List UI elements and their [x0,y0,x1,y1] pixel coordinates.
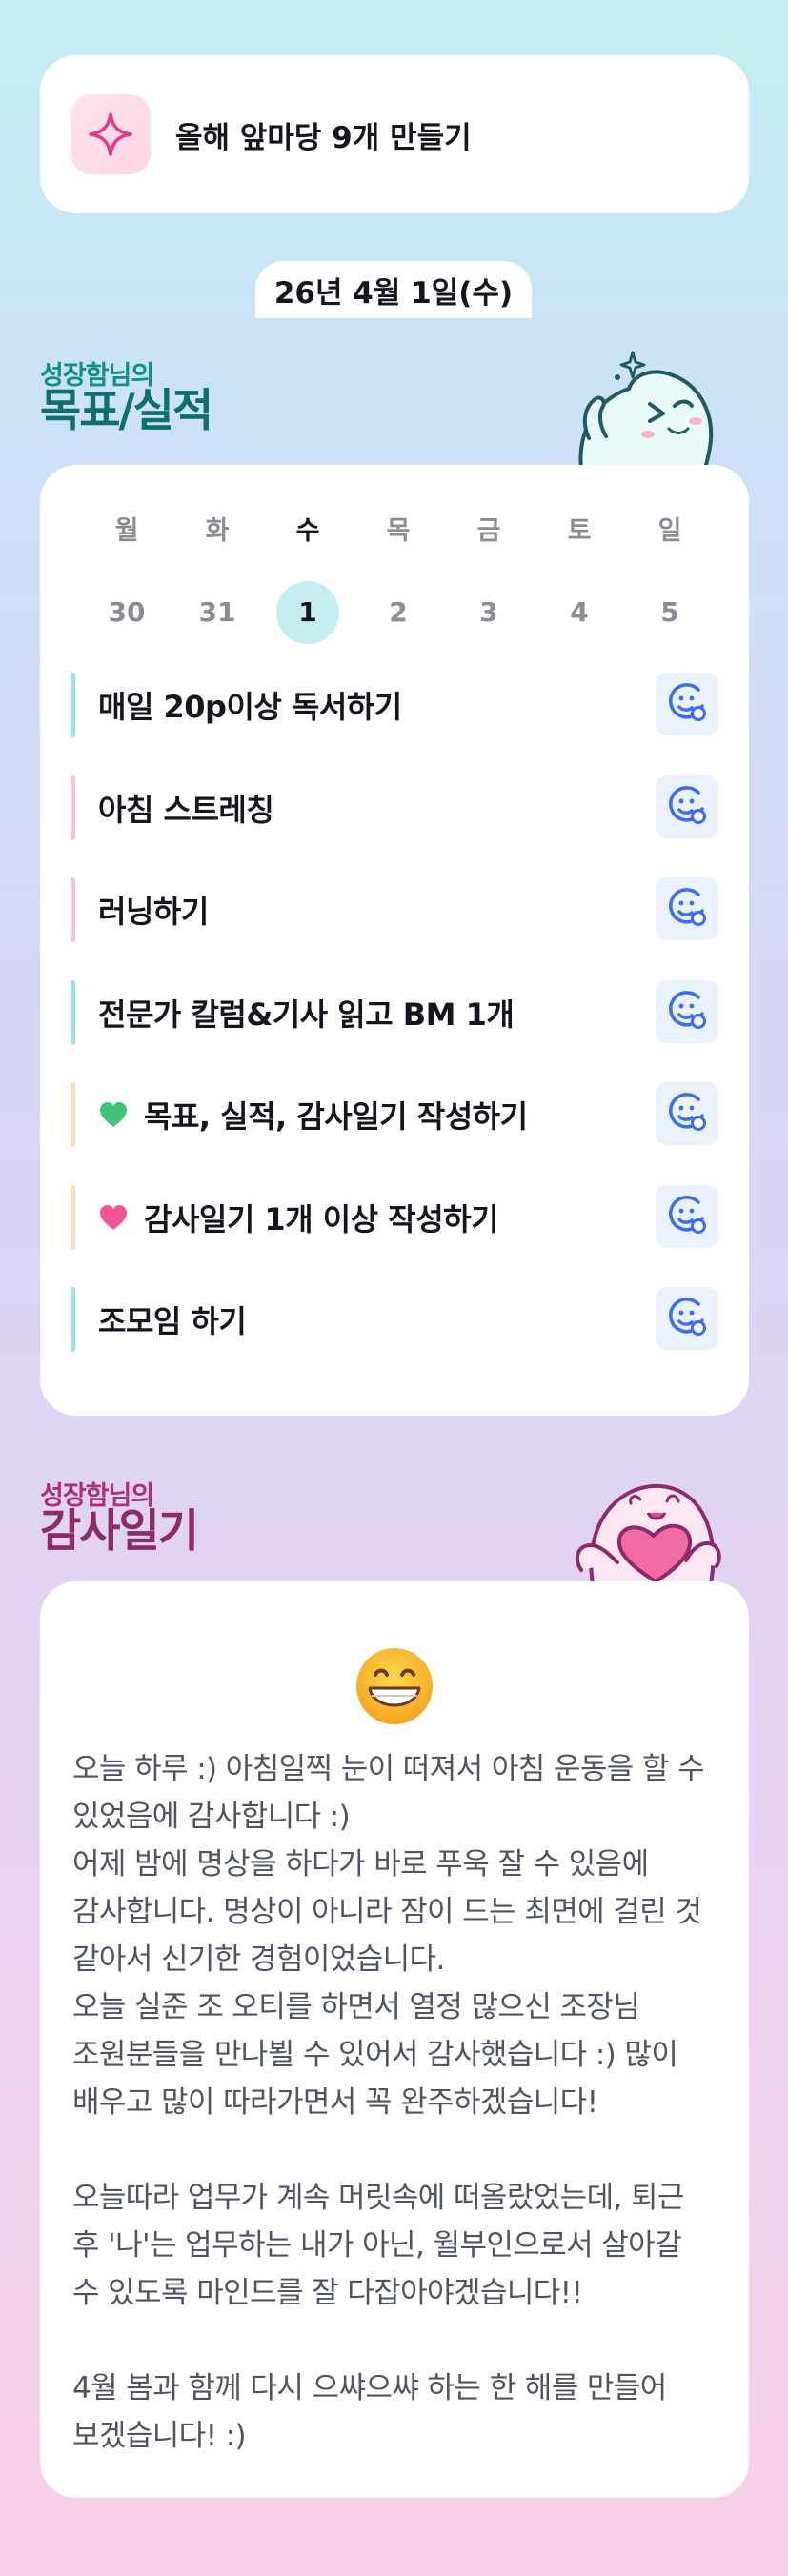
calendar-day[interactable]: 일5 [636,513,703,644]
date-number: 1 [276,581,339,644]
goal-card[interactable]: 올해 앞마당 9개 만들기 [40,55,749,213]
task-row[interactable]: 아침 스트레칭 [71,775,718,840]
weekday-label: 화 [205,516,230,546]
date-number: 3 [479,596,498,628]
smile-icon [666,1091,708,1137]
goals-section-heading: 성장함님의 목표/실적 [40,354,213,437]
date-number: 31 [198,596,236,628]
ghost-mascot-icon [568,345,720,473]
task-label: 러닝하기 [98,894,209,930]
smile-icon [666,1296,708,1341]
task-color-bar [71,775,75,840]
weekday-label: 수 [295,516,320,546]
task-row[interactable]: 조모임 하기 [71,1287,718,1352]
task-row[interactable]: 감사일기 1개 이상 작성하기 [71,1185,718,1250]
calendar-day[interactable]: 토4 [546,513,613,644]
calendar-day[interactable]: 월 30 [93,513,160,644]
task-label: 조모임 하기 [98,1303,247,1339]
calendar-day[interactable]: 수1 [274,513,341,644]
weekday-label: 토 [567,516,592,546]
weekday-label: 일 [657,516,682,546]
heart-mascot-icon [564,1463,726,1587]
task-row[interactable]: 전문가 칼럼&기사 읽고 BM 1개 [71,980,718,1045]
weekday-label: 월 [114,516,139,546]
task-label: 매일 20p이상 독서하기 [98,689,402,725]
smile-icon [666,681,708,727]
smile-icon [666,784,708,830]
task-color-bar [71,980,75,1045]
pink-heart-icon [98,1202,129,1233]
weekday-label: 목 [386,516,411,546]
goals-card: 월 30 화 31 수 1 목 2 금 3 토 4 일 5 매일 20p이상 독서하기 아침 스트레칭 러닝하… [40,465,749,1416]
date-number: 4 [570,596,589,628]
goal-title: 올해 앞마당 9개 만들기 [175,120,472,155]
smile-icon [666,886,708,932]
date-number: 30 [108,596,146,628]
smile-check-button[interactable] [656,877,718,940]
smile-check-button[interactable] [656,980,718,1043]
smile-check-button[interactable] [656,775,718,838]
task-color-bar [71,673,75,737]
task-color-bar [71,877,75,942]
goals-heading-big: 목표/실적 [40,385,213,437]
smile-check-button[interactable] [656,1287,718,1350]
diary-heading-big: 감사일기 [40,1505,199,1558]
task-row[interactable]: 러닝하기 [71,877,718,942]
date-label[interactable]: 26년 4월 1일(수) [255,261,532,318]
task-label: 전문가 칼럼&기사 읽고 BM 1개 [98,996,515,1033]
grinning-face-icon [354,1646,434,1730]
date-number: 5 [660,596,679,628]
task-label: 목표, 실적, 감사일기 작성하기 [144,1098,528,1135]
smile-check-button[interactable] [656,1082,718,1145]
task-row[interactable]: 목표, 실적, 감사일기 작성하기 [71,1082,718,1147]
sparkle-icon [71,94,151,174]
smile-check-button[interactable] [656,673,718,735]
task-label: 아침 스트레칭 [98,792,274,828]
smile-icon [666,1194,708,1239]
weekday-label: 금 [476,516,501,546]
task-color-bar [71,1185,75,1250]
calendar-day[interactable]: 금3 [455,513,522,644]
task-row[interactable]: 매일 20p이상 독서하기 [71,673,718,737]
smile-icon [666,989,708,1035]
green-heart-icon [98,1099,129,1130]
diary-text: 오늘 하루 :) 아침일찍 눈이 떠져서 아침 운동을 할 수 있었음에 감사합… [72,1752,705,2453]
smile-check-button[interactable] [656,1185,718,1248]
task-color-bar [71,1082,75,1147]
calendar-day[interactable]: 화 31 [184,513,251,644]
task-label: 감사일기 1개 이상 작성하기 [144,1201,499,1238]
task-color-bar [71,1287,75,1352]
week-calendar: 월 30 화 31 수 1 목 2 금 3 토 4 일 5 [93,513,703,644]
date-number: 2 [389,596,408,628]
diary-card: 오늘 하루 :) 아침일찍 눈이 떠져서 아침 운동을 할 수 있었음에 감사합… [40,1581,749,2498]
calendar-day[interactable]: 목2 [365,513,432,644]
diary-section-heading: 성장함님의 감사일기 [40,1475,199,1558]
